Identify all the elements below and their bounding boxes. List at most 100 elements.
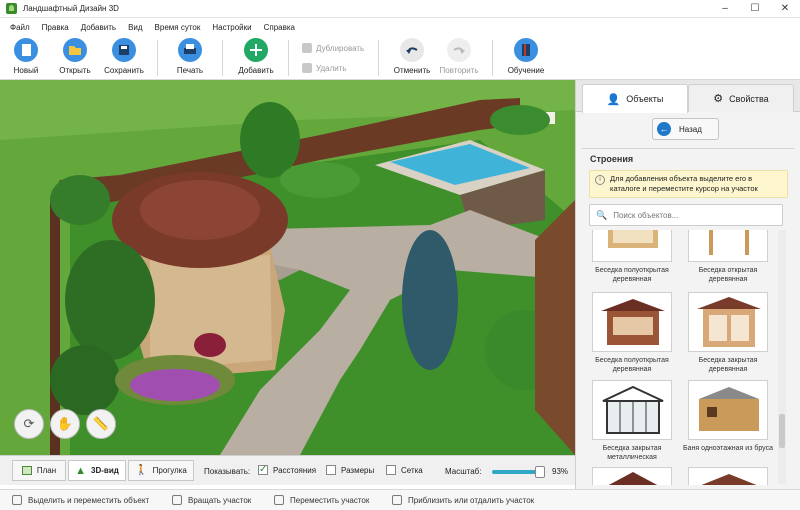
section-title: Строения <box>590 154 634 164</box>
hint-text: Для добавления объекта выделите его в ка… <box>610 174 758 193</box>
back-button[interactable]: ← Назад <box>652 118 719 140</box>
close-button[interactable]: ✕ <box>770 0 800 18</box>
rotate-icon: ⟳ <box>23 416 35 431</box>
redo-arrow-icon <box>447 38 471 62</box>
toolbar-separator <box>378 40 379 76</box>
menu-add[interactable]: Добавить <box>81 23 116 32</box>
window-controls: – ☐ ✕ <box>710 0 800 18</box>
undo-button[interactable]: Отменить <box>392 38 432 75</box>
printer-icon <box>178 38 202 62</box>
search-box: 🔍 <box>589 204 783 226</box>
checkbox-icon <box>386 465 396 475</box>
learn-button[interactable]: Обучение <box>506 38 546 75</box>
catalog-item[interactable] <box>680 467 776 485</box>
view-bar: План ▲ 3D-вид 🚶 Прогулка Показывать: Рас… <box>0 455 575 485</box>
menu-view[interactable]: Вид <box>128 23 142 32</box>
plan-icon <box>21 466 32 475</box>
garden-3d-viewport[interactable]: ⟳ ✋ 📏 <box>0 80 575 455</box>
menu-file[interactable]: Файл <box>10 23 30 32</box>
catalog-item[interactable]: Баня одноэтажная из бруса <box>680 380 776 453</box>
add-button[interactable]: Добавить <box>236 38 276 75</box>
zoom-value: 93% <box>552 467 569 476</box>
status-move-hint: Переместить участок <box>274 495 369 505</box>
objects-panel: 👤 Объекты ⚙ Свойства ← Назад Строения i … <box>575 80 800 489</box>
ruler-icon: 📏 <box>92 416 110 431</box>
window-title: Ландшафтный Дизайн 3D <box>23 4 119 13</box>
zoom-slider-handle[interactable] <box>535 466 546 478</box>
toolbar-separator <box>288 40 289 76</box>
menu-edit[interactable]: Правка <box>42 23 69 32</box>
folder-icon <box>63 38 87 62</box>
delete-button[interactable]: Удалить <box>302 63 347 73</box>
walk-view-button[interactable]: 🚶 Прогулка <box>128 460 194 481</box>
catalog-scrollbar[interactable] <box>778 230 786 484</box>
toolbar-separator <box>222 40 223 76</box>
maximize-button[interactable]: ☐ <box>740 0 770 18</box>
cursor-icon <box>12 495 22 505</box>
item-thumbnail <box>592 467 672 485</box>
catalog-grid: Беседка полуоткрытая деревянная Беседка … <box>584 230 776 485</box>
search-icon: 🔍 <box>596 209 608 220</box>
rotate-view-button[interactable]: ⟳ <box>14 409 44 439</box>
item-thumbnail <box>592 380 672 440</box>
item-thumbnail <box>688 292 768 352</box>
catalog-item[interactable] <box>584 467 680 485</box>
item-thumbnail <box>688 230 768 262</box>
gear-icon: ⚙ <box>713 93 724 105</box>
toolbar: Новый Открыть Сохранить Печать Добавить … <box>0 36 800 80</box>
title-bar: Ландшафтный Дизайн 3D – ☐ ✕ <box>0 0 800 18</box>
tab-properties[interactable]: ⚙ Свойства <box>688 84 794 112</box>
catalog-item[interactable]: Беседка полуоткрытая деревянная <box>584 230 680 284</box>
redo-button[interactable]: Повторить <box>438 38 480 75</box>
tab-objects[interactable]: 👤 Объекты <box>582 84 688 113</box>
arrow-left-icon: ← <box>657 122 671 136</box>
item-thumbnail <box>688 467 768 485</box>
undo-arrow-icon <box>400 38 424 62</box>
trash-icon <box>302 63 312 73</box>
duplicate-button[interactable]: Дублировать <box>302 43 364 53</box>
catalog-item[interactable]: Беседка открытая деревянная <box>680 230 776 284</box>
scrollbar-thumb[interactable] <box>779 414 785 448</box>
save-button[interactable]: Сохранить <box>102 38 146 75</box>
scale-label: Масштаб: <box>445 467 482 476</box>
status-rotate-hint: Вращать участок <box>172 495 251 505</box>
zoom-slider-fill <box>492 470 541 474</box>
divider <box>582 148 794 149</box>
item-thumbnail <box>688 380 768 440</box>
catalog-item[interactable]: Беседка полуоткрытая деревянная <box>584 292 680 374</box>
app-logo-icon <box>6 3 17 14</box>
viewport-tools: ⟳ ✋ 📏 <box>14 409 116 439</box>
menu-help[interactable]: Справка <box>264 23 295 32</box>
show-label: Показывать: <box>204 467 251 476</box>
item-thumbnail <box>592 230 672 262</box>
panel-tabs: 👤 Объекты ⚙ Свойства <box>576 80 800 113</box>
book-icon <box>514 38 538 62</box>
checkbox-checked-icon <box>258 464 268 475</box>
catalog-item[interactable]: Беседка закрытая деревянная <box>680 292 776 374</box>
search-input[interactable] <box>613 210 774 220</box>
plus-icon <box>244 38 268 62</box>
pan-view-button[interactable]: ✋ <box>50 409 80 439</box>
plan-view-button[interactable]: План <box>12 460 66 481</box>
open-button[interactable]: Открыть <box>56 38 94 75</box>
minimize-button[interactable]: – <box>710 0 740 18</box>
measure-button[interactable]: 📏 <box>86 409 116 439</box>
toolbar-separator <box>492 40 493 76</box>
catalog-item[interactable]: Беседка закрытая металлическая <box>584 380 680 462</box>
distances-checkbox[interactable]: Расстояния <box>258 464 316 475</box>
sizes-checkbox[interactable]: Размеры <box>326 465 374 475</box>
menu-bar: Файл Правка Добавить Вид Время суток Нас… <box>0 18 800 36</box>
zoom-slider[interactable] <box>492 466 546 478</box>
print-button[interactable]: Печать <box>172 38 208 75</box>
menu-settings[interactable]: Настройки <box>212 23 251 32</box>
copy-icon <box>302 43 312 53</box>
user-icon: 👤 <box>606 93 621 106</box>
grid-checkbox[interactable]: Сетка <box>386 465 423 475</box>
menu-time-of-day[interactable]: Время суток <box>155 23 201 32</box>
hint-box: i Для добавления объекта выделите его в … <box>589 170 788 198</box>
garden-scene <box>0 80 575 455</box>
new-button[interactable]: Новый <box>8 38 44 75</box>
status-bar: Выделить и переместить объект Вращать уч… <box>0 489 800 510</box>
3d-view-button[interactable]: ▲ 3D-вид <box>68 460 126 481</box>
zoom-icon <box>392 495 402 505</box>
